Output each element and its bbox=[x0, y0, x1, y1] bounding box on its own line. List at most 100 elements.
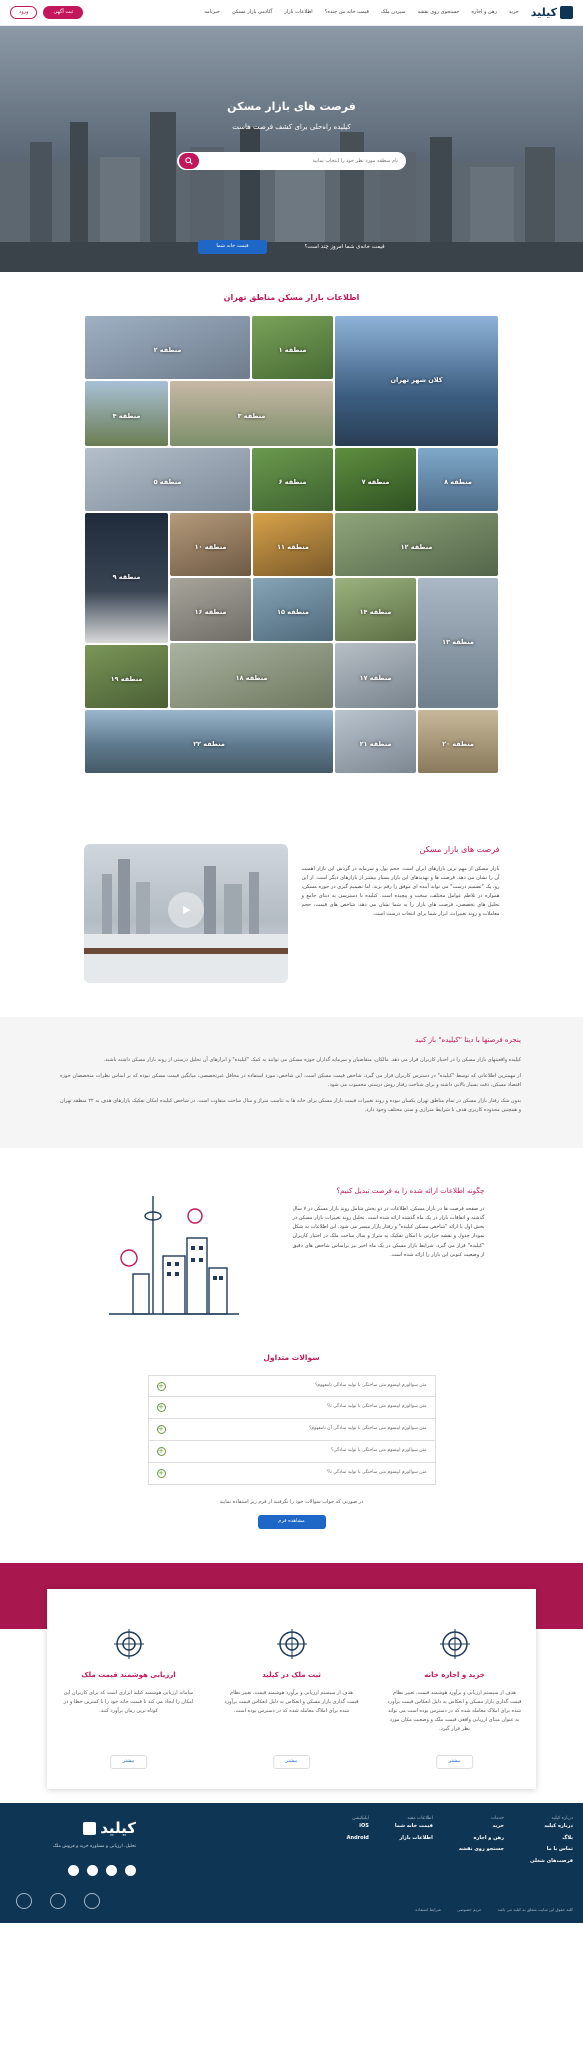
footer-link[interactable]: Android bbox=[347, 1835, 369, 1843]
post-ad-button[interactable]: ثبت آگهی bbox=[43, 5, 84, 20]
hero-banner: فرصت های بازار مسکن کیلیده راه‌حلی برای … bbox=[0, 26, 583, 272]
nav-newsletter[interactable]: خبرنامه bbox=[204, 9, 220, 17]
footer-brand: کیلید تحلیل، ارزیابی و مشاوره خرید و فرو… bbox=[16, 1817, 136, 1877]
tile-district-9[interactable]: منطقه ۹ bbox=[85, 513, 168, 644]
target-icon bbox=[113, 1628, 144, 1659]
footer-link[interactable]: خرید bbox=[459, 1823, 504, 1831]
tile-district-5[interactable]: منطقه ۵ bbox=[85, 448, 250, 512]
footer-col-useful: اطلاعات مفید قیمت خانه شما اطلاعات بازار bbox=[395, 1815, 433, 1870]
trust-badge-icon[interactable] bbox=[50, 1892, 66, 1909]
tile-district-2[interactable]: منطقه ۲ bbox=[85, 316, 250, 380]
faq-question: متن سوالورم ایپسوم متن ساختگی با تولید س… bbox=[330, 1448, 427, 1454]
tile-label: منطقه ۱۶ bbox=[194, 607, 227, 616]
terms-link[interactable]: شرایط استفاده bbox=[415, 1907, 441, 1913]
telegram-icon[interactable] bbox=[125, 1865, 136, 1877]
site-footer: درباره کیلید درباره کیلید بلاگ تماس با م… bbox=[0, 1802, 583, 1923]
footer-col-heading: خدمات bbox=[490, 1815, 504, 1821]
more-button[interactable]: بیشتر bbox=[435, 1755, 474, 1769]
services-section: خرید و اجاره خانه هدف از سیستم ارزیابی و… bbox=[0, 1562, 583, 1791]
footer-link[interactable]: قیمت خانه شما bbox=[395, 1823, 433, 1831]
tile-district-4[interactable]: منطقه ۴ bbox=[85, 381, 168, 447]
service-body: هدف از سیستم ارزیابی و برآورد هوشمند قیم… bbox=[387, 1690, 522, 1732]
tile-district-12[interactable]: منطقه ۱۲ bbox=[335, 513, 498, 577]
tile-district-13[interactable]: منطقه ۱۳ bbox=[418, 578, 498, 709]
how-section: چگونه اطلاعات ارائه شده را به فرصت تبدیل… bbox=[0, 1186, 583, 1328]
intro-video[interactable] bbox=[83, 844, 288, 984]
district-search-input[interactable] bbox=[199, 158, 398, 164]
tile-label: منطقه ۸ bbox=[444, 477, 472, 486]
tile-district-1[interactable]: منطقه ۱ bbox=[252, 316, 333, 380]
tile-district-8[interactable]: منطقه ۸ bbox=[418, 448, 498, 512]
faq-item[interactable]: متن سوالورم ایپسوم متن ساختگی با تولید س… bbox=[147, 1463, 436, 1486]
trust-badge-icon[interactable] bbox=[16, 1892, 32, 1909]
faq-question: متن سوالورم ایپسوم متن ساختگی با تولید س… bbox=[308, 1426, 427, 1432]
service-body: سامانه ارزیابی هوشمند کیلید ابزاری است ک… bbox=[63, 1690, 194, 1714]
tile-district-14[interactable]: منطقه ۱۴ bbox=[335, 578, 416, 642]
tile-district-18[interactable]: منطقه ۱۸ bbox=[170, 643, 333, 709]
footer-link[interactable]: رهن و اجاره bbox=[459, 1835, 504, 1843]
tile-district-3[interactable]: منطقه ۳ bbox=[170, 381, 333, 447]
faq-item[interactable]: متن سوالورم ایپسوم متن ساختگی با تولید س… bbox=[147, 1375, 436, 1398]
more-button[interactable]: بیشتر bbox=[272, 1755, 311, 1769]
faq-item[interactable]: متن سوالورم ایپسوم متن ساختگی با تولید س… bbox=[147, 1441, 436, 1464]
footer-link[interactable]: تماس با ما bbox=[530, 1846, 573, 1854]
plus-icon[interactable]: + bbox=[156, 1425, 166, 1435]
trust-badge-icon[interactable] bbox=[84, 1892, 100, 1909]
nav-map-search[interactable]: جستجوی روی نقشه bbox=[418, 9, 460, 17]
search-button[interactable] bbox=[179, 153, 199, 169]
nav-buy[interactable]: خرید bbox=[509, 9, 519, 17]
footer-col-heading: اپلیکیشن bbox=[352, 1815, 369, 1821]
privacy-link[interactable]: حریم خصوصی bbox=[457, 1907, 481, 1913]
plus-icon[interactable]: + bbox=[156, 1381, 166, 1391]
tile-district-16[interactable]: منطقه ۱۶ bbox=[170, 578, 251, 642]
faq-item[interactable]: متن سوالورم ایپسوم متن ساختگی با تولید س… bbox=[147, 1397, 436, 1420]
tile-district-20[interactable]: منطقه ۲۰ bbox=[418, 710, 498, 774]
more-button[interactable]: بیشتر bbox=[109, 1755, 148, 1769]
plus-icon[interactable]: + bbox=[156, 1469, 166, 1479]
tile-district-11[interactable]: منطقه ۱۱ bbox=[253, 513, 333, 577]
target-icon bbox=[276, 1628, 307, 1659]
tile-label: منطقه ۹ bbox=[112, 572, 141, 581]
tile-district-22[interactable]: منطقه ۲۲ bbox=[85, 710, 333, 774]
tile-label: منطقه ۶ bbox=[278, 477, 307, 486]
faq-note: در صورتی که جواب سوالات خود را نگرفتید ا… bbox=[219, 1499, 364, 1506]
login-button[interactable]: ورود bbox=[10, 5, 38, 20]
footer-logo[interactable]: کیلید bbox=[16, 1817, 136, 1840]
tile-district-19[interactable]: منطقه ۱۹ bbox=[85, 645, 168, 709]
tile-district-15[interactable]: منطقه ۱۵ bbox=[253, 578, 333, 642]
instagram-icon[interactable] bbox=[106, 1865, 117, 1877]
footer-link[interactable]: بلاگ bbox=[530, 1835, 573, 1843]
footer-link[interactable]: درباره کیلید bbox=[530, 1823, 573, 1831]
target-icon bbox=[439, 1628, 470, 1659]
nav-price-estimate[interactable]: قیمت خانه من چنده؟ bbox=[325, 9, 369, 17]
your-home-price-button[interactable]: قیمت خانه شما bbox=[198, 240, 267, 254]
plus-icon[interactable]: + bbox=[156, 1403, 166, 1413]
tile-district-6[interactable]: منطقه ۶ bbox=[252, 448, 333, 512]
nav-rent[interactable]: رهن و اجاره bbox=[471, 9, 497, 17]
tile-label: منطقه ۲۰ bbox=[442, 739, 474, 748]
footer-link[interactable]: جستجو روی نقشه bbox=[459, 1846, 504, 1854]
tile-district-21[interactable]: منطقه ۲۱ bbox=[335, 710, 416, 774]
footer-link[interactable]: iOS bbox=[347, 1823, 369, 1831]
tile-tehran[interactable]: کلان شهر تهران bbox=[335, 316, 498, 447]
faq-item[interactable]: متن سوالورم ایپسوم متن ساختگی با تولید س… bbox=[147, 1419, 436, 1442]
tile-district-7[interactable]: منطقه ۷ bbox=[335, 448, 416, 512]
tile-label: منطقه ۳ bbox=[237, 411, 266, 420]
tile-district-10[interactable]: منطقه ۱۰ bbox=[170, 513, 251, 577]
view-form-button[interactable]: مشاهده فرم bbox=[257, 1515, 326, 1529]
linkedin-icon[interactable] bbox=[68, 1865, 79, 1877]
kilid-data-title: پنجره فرصتها با دیتا "کیلیده" باز کنید bbox=[415, 1036, 521, 1045]
plus-icon[interactable]: + bbox=[156, 1447, 166, 1457]
nav-list-property[interactable]: سپردن ملک bbox=[381, 9, 406, 17]
tile-district-17[interactable]: منطقه ۱۷ bbox=[335, 643, 416, 709]
site-logo[interactable]: کیلید bbox=[531, 4, 573, 21]
service-buy-rent: خرید و اجاره خانه هدف از سیستم ارزیابی و… bbox=[373, 1589, 536, 1789]
service-body: هدف از سیستم ارزیابی و برآورد هوشمند قیم… bbox=[224, 1690, 359, 1714]
footer-link[interactable]: فرصت‌های شغلی bbox=[530, 1858, 573, 1866]
nav-academy[interactable]: آکادمی بازار مسکن bbox=[232, 9, 272, 17]
footer-link[interactable]: اطلاعات بازار bbox=[395, 1835, 433, 1843]
nav-market-info[interactable]: اطلاعات بازار bbox=[284, 9, 312, 17]
twitter-icon[interactable] bbox=[87, 1865, 98, 1877]
play-button[interactable] bbox=[167, 892, 204, 929]
hero-title: فرصت های بازار مسکن bbox=[227, 100, 356, 113]
